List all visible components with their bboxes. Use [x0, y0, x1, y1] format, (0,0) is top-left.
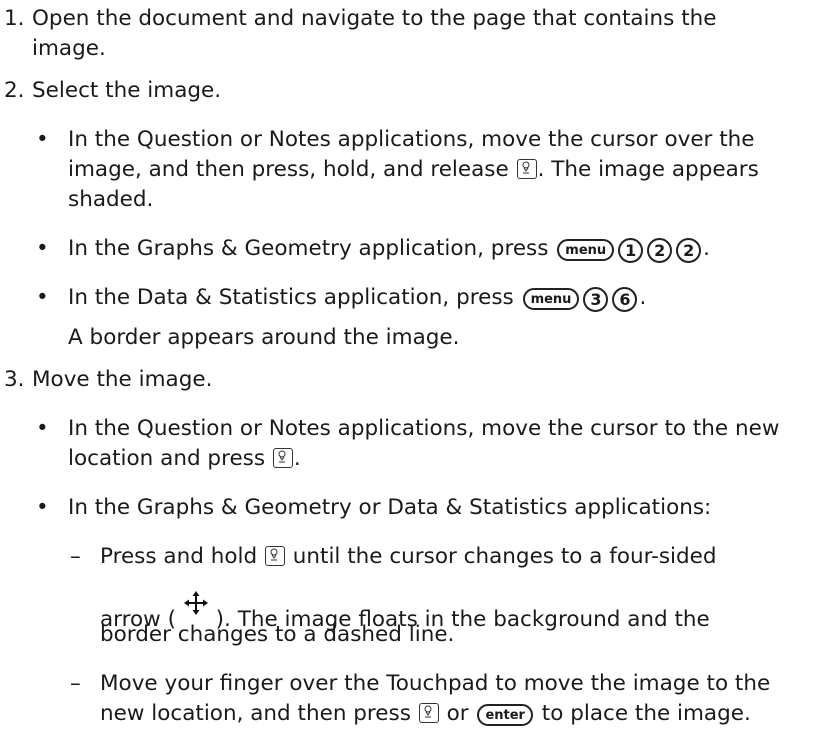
bullet-text: location and press . [68, 446, 301, 471]
bullet: • [36, 127, 49, 152]
step-text: image. [32, 36, 106, 61]
bullet: • [36, 495, 49, 520]
bullet: • [36, 236, 49, 261]
bullet-text: In the Graphs & Geometry application, pr… [68, 236, 711, 263]
bullet-text: shaded. [68, 187, 154, 212]
enter-key: enter [477, 704, 533, 726]
click-key-icon [418, 703, 439, 723]
step-number: 2. [4, 78, 25, 103]
step-number: 1. [4, 6, 25, 31]
click-key-icon [272, 448, 293, 468]
step-number: 3. [4, 367, 25, 392]
dash-text: Press and hold until the cursor changes … [100, 544, 717, 569]
key-2: 2 [676, 238, 702, 263]
bullet-text: In the Data & Statistics application, pr… [68, 285, 647, 312]
bullet-text: In the Question or Notes applications, m… [68, 416, 780, 441]
key-6: 6 [612, 287, 638, 312]
dash-text: border changes to a dashed line. [100, 622, 455, 647]
step-text: Open the document and navigate to the pa… [32, 6, 717, 31]
four-sided-arrow-icon [183, 590, 209, 616]
dash-text: Move your finger over the Touchpad to mo… [100, 671, 771, 696]
bullet-text: image, and then press, hold, and release… [68, 157, 759, 182]
bullet: • [36, 416, 49, 441]
key-1: 1 [618, 238, 644, 263]
click-key-icon [264, 546, 285, 566]
dash: – [70, 544, 81, 569]
dash: – [70, 671, 81, 696]
dash-text: new location, and then press or enter to… [100, 701, 751, 726]
key-2: 2 [647, 238, 673, 263]
step-title: Select the image. [32, 78, 222, 103]
step-title: Move the image. [32, 367, 213, 392]
note-text: A border appears around the image. [68, 325, 460, 350]
key-3: 3 [583, 287, 609, 312]
click-key-icon [516, 159, 537, 179]
bullet-text: In the Graphs & Geometry or Data & Stati… [68, 495, 712, 520]
bullet: • [36, 285, 49, 310]
menu-key: menu [522, 288, 580, 310]
bullet-text: In the Question or Notes applications, m… [68, 127, 755, 152]
menu-key: menu [557, 239, 615, 261]
